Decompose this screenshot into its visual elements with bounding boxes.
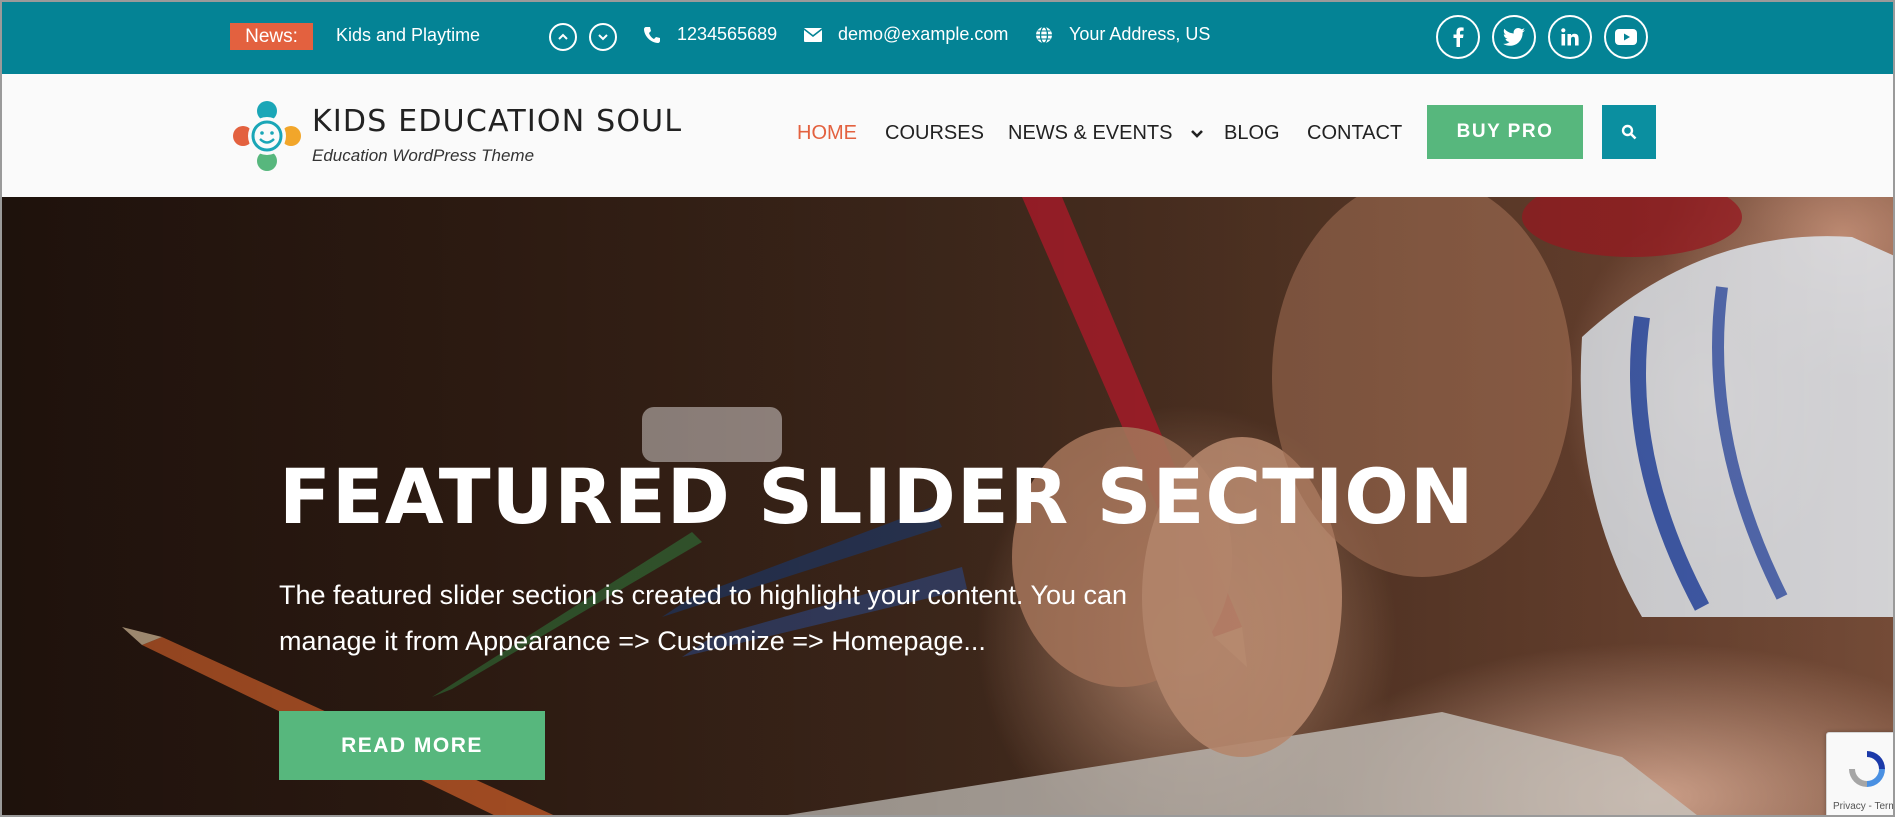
email-info[interactable]: demo@example.com bbox=[804, 24, 1008, 45]
nav-home[interactable]: HOME bbox=[797, 122, 857, 145]
site-title[interactable]: KIDS EDUCATION SOUL bbox=[312, 104, 682, 139]
site-tagline: Education WordPress Theme bbox=[312, 146, 535, 165]
news-next-button[interactable] bbox=[589, 23, 617, 51]
recaptcha-badge[interactable]: Privacy - Terms bbox=[1826, 732, 1893, 815]
phone-number: 1234565689 bbox=[677, 24, 778, 44]
news-ticker-text[interactable]: Kids and Playtime bbox=[336, 25, 480, 46]
globe-icon bbox=[1036, 25, 1052, 44]
read-more-button[interactable]: READ MORE bbox=[279, 711, 545, 780]
envelope-icon bbox=[804, 27, 822, 42]
chevron-down-icon bbox=[598, 34, 608, 41]
news-badge: News: bbox=[230, 23, 313, 50]
facebook-icon bbox=[1453, 27, 1464, 47]
search-icon bbox=[1621, 124, 1637, 140]
twitter-link[interactable] bbox=[1492, 15, 1536, 59]
linkedin-link[interactable] bbox=[1548, 15, 1592, 59]
phone-icon bbox=[644, 26, 660, 43]
nav-news-events[interactable]: NEWS & EVENTS bbox=[1008, 122, 1204, 145]
email-address: demo@example.com bbox=[838, 24, 1009, 44]
nav-contact[interactable]: CONTACT bbox=[1307, 122, 1402, 145]
news-prev-button[interactable] bbox=[549, 23, 577, 51]
slider-description: The featured slider section is created t… bbox=[279, 580, 1128, 656]
site-header: KIDS EDUCATION SOUL Education WordPress … bbox=[2, 74, 1893, 197]
nav-blog[interactable]: BLOG bbox=[1224, 122, 1280, 145]
phone-info[interactable]: 1234565689 bbox=[643, 24, 777, 45]
top-bar: News: Kids and Playtime 1234565689 demo@… bbox=[2, 2, 1893, 74]
slider-title: FEATURED SLIDER SECTION bbox=[279, 452, 1475, 541]
youtube-icon bbox=[1615, 29, 1637, 45]
recaptcha-icon bbox=[1849, 751, 1885, 787]
twitter-icon bbox=[1503, 28, 1525, 46]
nav-news-events-label: NEWS & EVENTS bbox=[1008, 122, 1173, 144]
linkedin-icon bbox=[1561, 28, 1579, 46]
recaptcha-terms[interactable]: Privacy - Terms bbox=[1833, 801, 1893, 812]
address-text: Your Address, US bbox=[1069, 24, 1211, 44]
browser-viewport: News: Kids and Playtime 1234565689 demo@… bbox=[0, 0, 1895, 817]
buy-pro-button[interactable]: BUY PRO bbox=[1427, 105, 1583, 159]
facebook-link[interactable] bbox=[1436, 15, 1480, 59]
address-info: Your Address, US bbox=[1035, 24, 1210, 45]
chevron-up-icon bbox=[558, 33, 568, 40]
site-logo-icon[interactable] bbox=[232, 100, 302, 172]
featured-slider: FEATURED SLIDER SECTION The featured sli… bbox=[2, 197, 1893, 815]
youtube-link[interactable] bbox=[1604, 15, 1648, 59]
nav-courses[interactable]: COURSES bbox=[885, 122, 984, 145]
search-button[interactable] bbox=[1602, 105, 1656, 159]
chevron-down-icon bbox=[1191, 130, 1203, 138]
